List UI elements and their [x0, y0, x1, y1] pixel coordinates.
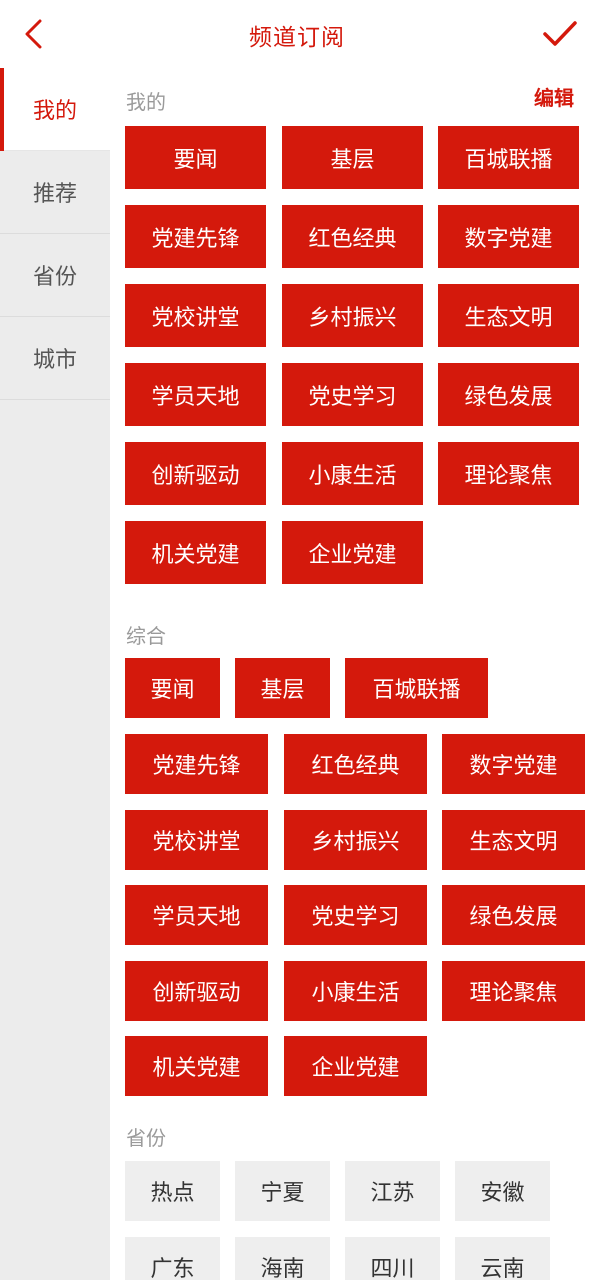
channel-chip[interactable]: 创新驱动 [125, 442, 266, 505]
channel-chip[interactable]: 基层 [235, 658, 330, 718]
section-title-province: 省份 [126, 1126, 166, 1150]
sidebar-item-province[interactable]: 省份 [0, 234, 110, 317]
channel-chip[interactable]: 理论聚焦 [438, 442, 579, 505]
channel-chip[interactable]: 宁夏 [235, 1161, 330, 1221]
channel-chip[interactable]: 数字党建 [442, 734, 585, 794]
category-sidebar: 我的 推荐 省份 城市 [0, 68, 110, 1280]
channel-chip[interactable]: 百城联播 [438, 126, 579, 189]
channel-chip[interactable]: 红色经典 [284, 734, 427, 794]
channel-chip[interactable]: 创新驱动 [125, 961, 268, 1021]
channel-chip[interactable]: 小康生活 [282, 442, 423, 505]
section-title-mine: 我的 [126, 90, 166, 114]
channel-chip[interactable]: 小康生活 [284, 961, 427, 1021]
page-title: 频道订阅 [249, 25, 345, 51]
channel-chip[interactable]: 广东 [125, 1237, 220, 1280]
channel-chip[interactable]: 要闻 [125, 658, 220, 718]
channel-chip[interactable]: 海南 [235, 1237, 330, 1280]
channel-chip[interactable]: 四川 [345, 1237, 440, 1280]
confirm-button[interactable] [540, 14, 580, 54]
channel-chip[interactable]: 党校讲堂 [125, 284, 266, 347]
top-bar: 频道订阅 [0, 0, 594, 68]
channel-chip[interactable]: 百城联播 [345, 658, 488, 718]
channel-chip[interactable]: 机关党建 [125, 1036, 268, 1096]
sidebar-item-city[interactable]: 城市 [0, 317, 110, 400]
channel-chip[interactable]: 党校讲堂 [125, 810, 268, 870]
channel-content: 我的 编辑 要闻 基层 百城联播 党建先锋 红色经典 数字党建 党校讲堂 乡村振兴 生态文明 学员… [110, 68, 594, 1280]
channel-chip[interactable]: 要闻 [125, 126, 266, 189]
channel-chip[interactable]: 安徽 [455, 1161, 550, 1221]
channel-chip[interactable]: 党建先锋 [125, 205, 266, 268]
channel-chip[interactable]: 企业党建 [284, 1036, 427, 1096]
channel-chip[interactable]: 基层 [282, 126, 423, 189]
channel-chip[interactable]: 理论聚焦 [442, 961, 585, 1021]
channel-chip[interactable]: 绿色发展 [438, 363, 579, 426]
channel-chip[interactable]: 党史学习 [284, 885, 427, 945]
channel-chip[interactable]: 生态文明 [442, 810, 585, 870]
channel-chip[interactable]: 生态文明 [438, 284, 579, 347]
channel-chip[interactable]: 江苏 [345, 1161, 440, 1221]
channel-chip[interactable]: 学员天地 [125, 885, 268, 945]
checkmark-icon [543, 21, 577, 46]
channel-chip[interactable]: 乡村振兴 [282, 284, 423, 347]
channel-chip[interactable]: 绿色发展 [442, 885, 585, 945]
channel-chip[interactable]: 乡村振兴 [284, 810, 427, 870]
channel-chip[interactable]: 企业党建 [282, 521, 423, 584]
channel-chip[interactable]: 红色经典 [282, 205, 423, 268]
channel-chip[interactable]: 热点 [125, 1161, 220, 1221]
channel-chip[interactable]: 党建先锋 [125, 734, 268, 794]
channel-chip[interactable]: 党史学习 [282, 363, 423, 426]
sidebar-item-recommend[interactable]: 推荐 [0, 151, 110, 234]
channel-chip[interactable]: 云南 [455, 1237, 550, 1280]
channel-chip[interactable]: 学员天地 [125, 363, 266, 426]
channel-chip[interactable]: 机关党建 [125, 521, 266, 584]
sidebar-item-mine[interactable]: 我的 [0, 68, 110, 151]
edit-button[interactable]: 编辑 [534, 82, 574, 111]
section-title-general: 综合 [126, 624, 166, 648]
channel-chip[interactable]: 数字党建 [438, 205, 579, 268]
